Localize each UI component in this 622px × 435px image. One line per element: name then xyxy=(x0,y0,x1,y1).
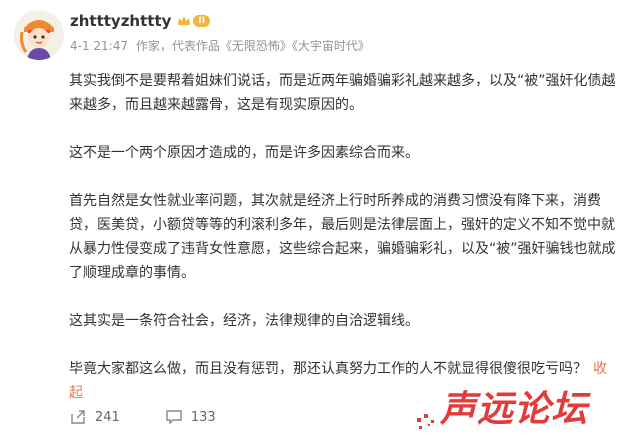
paragraph: 毕竟大家都这么做，而且没有惩罚，那还认真努力工作的人不就显得很傻很吃亏吗？ xyxy=(69,361,587,377)
paragraph: 首先自然是女性就业率问题，其次就是经济上行时所养成的消费习惯没有降下来，消费贷，… xyxy=(69,193,616,281)
paragraph: 其实我倒不是要帮着姐妹们说话，而是近两年骗婚骗彩礼越来越多，以及“被”强奸化债越… xyxy=(69,73,616,113)
author-row: zhtttyzhttty II xyxy=(70,12,211,30)
action-bar: 241 133 xyxy=(69,407,216,427)
comment-button[interactable]: 133 xyxy=(165,408,216,426)
post-meta: 4-1 21:47 作家，代表作品《无限恐怖》《大宇宙时代》 xyxy=(70,37,374,54)
repost-count: 241 xyxy=(95,409,120,425)
author-role: 作家，代表作品 xyxy=(135,39,220,53)
repost-button[interactable]: 241 xyxy=(69,408,120,426)
forum-watermark: 声远论坛 xyxy=(415,378,620,433)
post-content: 其实我倒不是要帮着姐妹们说话，而是近两年骗婚骗彩礼越来越多，以及“被”强奸化债越… xyxy=(69,69,617,405)
post-time[interactable]: 4-1 21:47 xyxy=(70,39,128,53)
avatar-illustration xyxy=(14,10,64,60)
crown-icon xyxy=(178,16,191,25)
paragraph: 这其实是一条符合社会，经济，法律规律的自洽逻辑线。 xyxy=(69,313,419,329)
repost-icon xyxy=(71,410,85,424)
work-link-2: 《大宇宙时代》 xyxy=(291,39,370,53)
avatar[interactable] xyxy=(14,10,64,60)
level-badge: II xyxy=(193,15,211,27)
vip-badge[interactable]: II xyxy=(177,15,211,27)
author-name[interactable]: zhtttyzhttty xyxy=(70,12,171,30)
work-link-1: 《无限恐怖》 xyxy=(219,39,292,53)
watermark-text: 声远论坛 xyxy=(440,389,589,430)
comment-icon xyxy=(166,410,182,425)
comment-count: 133 xyxy=(190,409,216,425)
paragraph: 这不是一个两个原因才造成的，而是许多因素综合而来。 xyxy=(69,145,419,161)
